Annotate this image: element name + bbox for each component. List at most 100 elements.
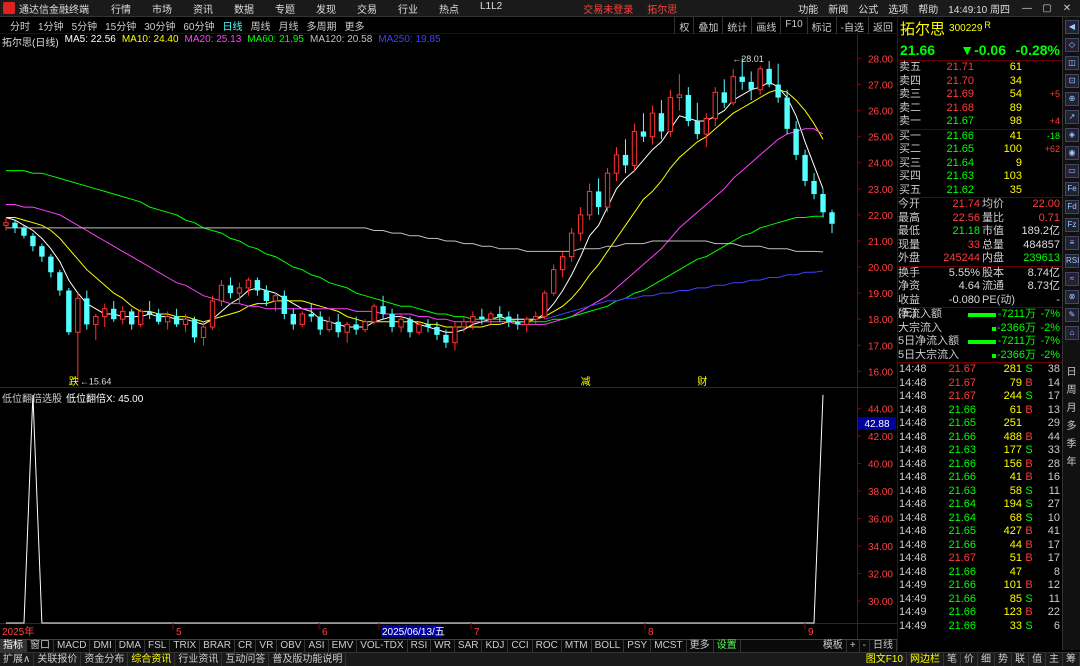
side-tool-icon[interactable]: ⊗ (1065, 290, 1079, 304)
menu-item[interactable]: L1L2 (480, 1, 502, 16)
side-tool-icon[interactable]: RSI (1065, 254, 1079, 268)
indicator-tab[interactable]: MCST (651, 640, 687, 652)
indicator-tab[interactable]: VR (256, 640, 278, 652)
indicator-tab[interactable]: 更多 (687, 640, 714, 652)
side-tool-icon[interactable]: ◈ (1065, 128, 1079, 142)
bottom-tab[interactable]: 普及版功能说明 (269, 653, 347, 666)
menu-item[interactable]: 选项 (888, 1, 908, 16)
tool-button[interactable]: 画线 (751, 17, 780, 34)
side-period-label[interactable]: 季 (1063, 436, 1080, 454)
bottom-tab[interactable]: 扩展∧ (0, 653, 35, 666)
side-tool-icon[interactable]: ◫ (1065, 56, 1079, 70)
close-icon[interactable]: ✕ (1060, 3, 1074, 14)
order-book-row[interactable]: 买一 21.66 41 -18 (898, 130, 1062, 144)
tool-button[interactable]: 叠加 (693, 17, 722, 34)
indicator-control[interactable]: - (860, 640, 870, 652)
indicator-tab[interactable]: MTM (562, 640, 592, 652)
side-tool-icon[interactable]: ⊡ (1065, 74, 1079, 88)
menu-item[interactable]: 行情 (111, 1, 131, 16)
indicator-tab[interactable]: SAR (455, 640, 483, 652)
menu-item[interactable]: 帮助 (918, 1, 938, 16)
menu-item[interactable]: 热点 (439, 1, 459, 16)
order-book-row[interactable]: 买四 21.63 103 (898, 170, 1062, 184)
bottom-right-tab[interactable]: 价 (961, 653, 978, 666)
indicator-tab[interactable]: OBV (277, 640, 306, 652)
indicator-tab[interactable]: CCI (508, 640, 533, 652)
side-tool-icon[interactable]: ✎ (1065, 308, 1079, 322)
tool-button[interactable]: 统计 (722, 17, 751, 34)
maximize-icon[interactable]: ▢ (1040, 3, 1054, 14)
tool-button[interactable]: 权 (674, 17, 693, 34)
indicator-tab[interactable]: MACD (54, 640, 91, 652)
bottom-tab[interactable]: 关联报价 (34, 653, 82, 666)
order-book-row[interactable]: 买三 21.64 9 (898, 157, 1062, 171)
side-period-label[interactable]: 周 (1063, 382, 1080, 400)
side-tool-icon[interactable]: ⊕ (1065, 92, 1079, 106)
side-tool-icon[interactable]: ≡ (1065, 236, 1079, 250)
bottom-right-tab[interactable]: 联 (1012, 653, 1029, 666)
side-tool-icon[interactable]: ▭ (1065, 164, 1079, 178)
indicator-tab[interactable]: DMI (90, 640, 116, 652)
bottom-right-tab[interactable]: 细 (978, 653, 995, 666)
order-book-row[interactable]: 卖五 21.71 61 (898, 61, 1062, 75)
indicator-tab[interactable]: BRAR (200, 640, 235, 652)
period-tab[interactable]: 1分钟 (38, 18, 64, 33)
tool-button[interactable]: -自选 (835, 17, 868, 34)
period-tab[interactable]: 5分钟 (72, 18, 98, 33)
side-tool-icon[interactable]: ⌂ (1065, 326, 1079, 340)
indicator-tab[interactable]: ASI (305, 640, 329, 652)
side-tool-icon[interactable]: ≈ (1065, 272, 1079, 286)
side-period-label[interactable]: 日 (1063, 364, 1080, 382)
bottom-right-tab[interactable]: 势 (995, 653, 1012, 666)
side-tool-icon[interactable]: Fd (1065, 200, 1079, 214)
bottom-right-tab[interactable]: 主 (1046, 653, 1063, 666)
indicator-tab[interactable]: VOL-TDX (357, 640, 408, 652)
order-book-row[interactable]: 买五 21.62 35 (898, 184, 1062, 198)
menu-item[interactable]: 公式 (858, 1, 878, 16)
order-book-row[interactable]: 卖四 21.70 34 (898, 75, 1062, 89)
menu-item[interactable]: 行业 (398, 1, 418, 16)
menu-item[interactable]: 发现 (316, 1, 336, 16)
side-tool-icon[interactable]: ◇ (1065, 38, 1079, 52)
period-tab[interactable]: 月线 (279, 18, 299, 33)
indicator-tab[interactable]: WR (431, 640, 455, 652)
indicator-tab[interactable]: BOLL (592, 640, 625, 652)
bottom-right-tab[interactable]: 笔 (944, 653, 961, 666)
order-book-row[interactable]: 买二 21.65 100 +62 (898, 143, 1062, 157)
indicator-control[interactable]: 模板 (820, 640, 847, 652)
bottom-right-tab[interactable]: 值 (1029, 653, 1046, 666)
menu-item[interactable]: 资讯 (193, 1, 213, 16)
indicator-tab[interactable]: KDJ (482, 640, 509, 652)
minimize-icon[interactable]: — (1020, 3, 1034, 14)
indicator-tab[interactable]: 指标 (0, 640, 27, 652)
indicator-tab[interactable]: DMA (116, 640, 146, 652)
period-tab[interactable]: 60分钟 (183, 18, 214, 33)
indicator-tab[interactable]: RSI (408, 640, 432, 652)
tool-button[interactable]: 返回 (868, 17, 897, 34)
period-tab[interactable]: 日线 (223, 18, 243, 33)
period-tab[interactable]: 更多 (345, 18, 365, 33)
indicator-control[interactable]: + (847, 640, 860, 652)
side-tool-icon[interactable]: ◉ (1065, 146, 1079, 160)
side-tool-icon[interactable]: Fz (1065, 218, 1079, 232)
bottom-tab[interactable]: 互动问答 (222, 653, 270, 666)
indicator-control[interactable]: 日线 (870, 640, 897, 652)
menu-item[interactable]: 新闻 (828, 1, 848, 16)
side-tool-icon[interactable]: ◀ (1065, 20, 1079, 34)
period-tab[interactable]: 多周期 (307, 18, 337, 33)
bottom-tab[interactable]: 综合资讯 (128, 653, 176, 666)
menu-item[interactable]: 交易 (357, 1, 377, 16)
bottom-tab[interactable]: 行业资讯 (175, 653, 223, 666)
indicator-tab[interactable]: 设置 (714, 640, 741, 652)
indicator-tab[interactable]: FSL (145, 640, 171, 652)
bottom-right-tab[interactable]: 筹 (1063, 653, 1080, 666)
side-tool-icon[interactable]: Fe (1065, 182, 1079, 196)
period-tab[interactable]: 周线 (251, 18, 271, 33)
chart-area[interactable]: 28.00 27.00 26.00 25.00 24.00 23.00 22.00 21.00… (0, 34, 897, 639)
order-book-row[interactable]: 卖二 21.68 89 (898, 102, 1062, 116)
bottom-right-tab[interactable]: 网边栏 (907, 653, 944, 666)
indicator-tab[interactable]: ROC (533, 640, 562, 652)
order-book-row[interactable]: 卖一 21.67 98 +4 (898, 115, 1062, 129)
side-tool-icon[interactable]: ↗ (1065, 110, 1079, 124)
tool-button[interactable]: F10 (780, 17, 806, 34)
